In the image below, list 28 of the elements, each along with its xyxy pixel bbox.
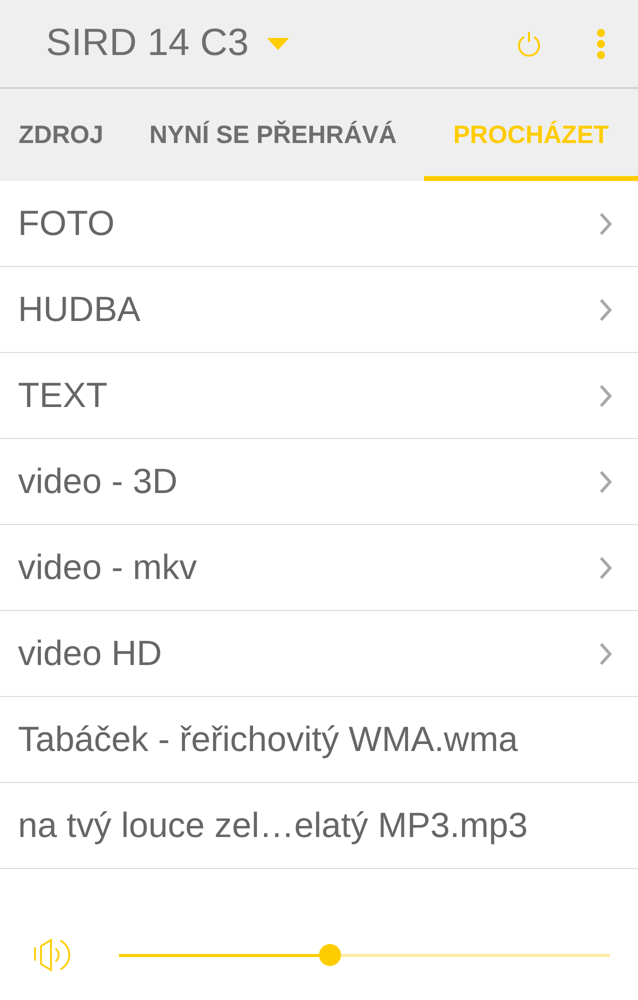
item-label: video - mkv	[18, 548, 198, 588]
folder-row[interactable]: HUDBA	[0, 267, 638, 353]
item-label: video - 3D	[18, 462, 179, 502]
folder-row[interactable]: video HD	[0, 611, 638, 697]
chevron-right-icon	[600, 556, 612, 578]
folder-row[interactable]: TEXT	[0, 353, 638, 439]
dropdown-caret-icon[interactable]	[266, 38, 289, 50]
item-label: TEXT	[18, 376, 108, 416]
chevron-right-icon	[600, 212, 612, 234]
folder-row[interactable]: video - mkv	[0, 525, 638, 611]
folder-row[interactable]: FOTO	[0, 181, 638, 267]
device-title: SIRD 14 C3	[46, 22, 249, 65]
tab[interactable]: ZDROJ	[0, 89, 122, 181]
item-label: HUDBA	[18, 290, 142, 330]
chevron-right-icon	[600, 298, 612, 320]
item-label: Tabáček - řeřichovitý WMA.wma	[18, 720, 519, 760]
item-label: video HD	[18, 634, 163, 674]
slider-thumb[interactable]	[319, 944, 342, 966]
speaker-icon	[33, 938, 71, 972]
file-row[interactable]: na tvý louce zel…elatý MP3.mp3	[0, 783, 638, 869]
chevron-right-icon	[600, 642, 612, 664]
folder-row[interactable]: video - 3D	[0, 439, 638, 525]
chevron-right-icon	[600, 470, 612, 492]
file-row[interactable]: Tabáček - řeřichovitý WMA.wma	[0, 697, 638, 783]
item-label: na tvý louce zel…elatý MP3.mp3	[18, 806, 529, 846]
item-label: FOTO	[18, 204, 116, 244]
tab[interactable]: NYNÍ SE PŘEHRÁVÁ	[122, 89, 424, 181]
chevron-right-icon	[600, 384, 612, 406]
